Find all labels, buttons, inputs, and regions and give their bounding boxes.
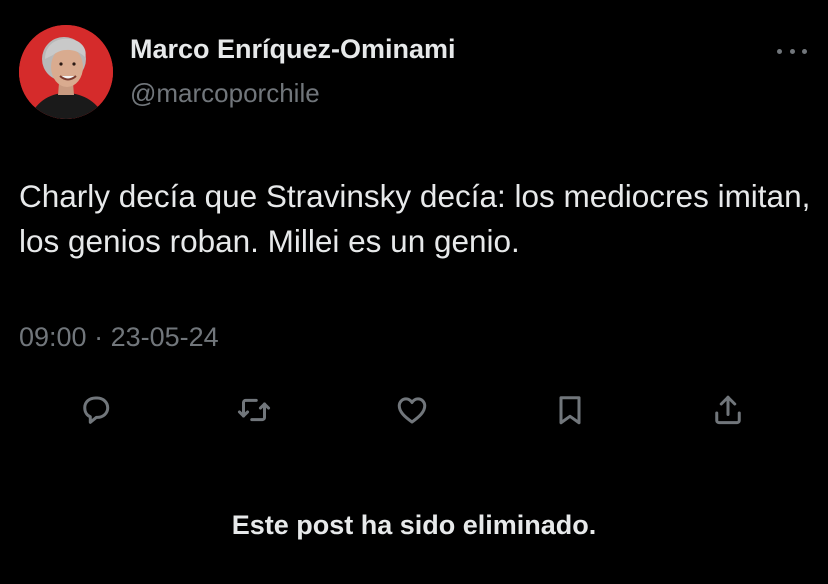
post-timestamp[interactable]: 09:00 · 23-05-24 (19, 322, 219, 353)
author-name[interactable]: Marco Enríquez-Ominami (130, 34, 456, 65)
reply-button[interactable] (76, 390, 116, 430)
more-options-icon[interactable] (777, 42, 807, 60)
share-button[interactable] (708, 390, 748, 430)
avatar[interactable] (19, 25, 113, 119)
post-text: Charly decía que Stravinsky decía: los m… (19, 178, 811, 259)
post-time: 09:00 (19, 322, 87, 352)
meta-separator: · (94, 322, 104, 352)
bookmark-button[interactable] (550, 390, 590, 430)
post-date: 23-05-24 (110, 322, 219, 352)
repost-button[interactable] (234, 390, 274, 430)
share-icon (715, 395, 741, 425)
author-handle[interactable]: @marcoporchile (130, 78, 320, 109)
more-dot (777, 48, 782, 54)
reply-icon (83, 396, 110, 424)
repost-icon (237, 398, 271, 422)
avatar-image (19, 25, 113, 119)
bookmark-icon (559, 396, 581, 425)
like-button[interactable] (392, 390, 432, 430)
more-dot (789, 48, 795, 54)
deleted-notice: Este post ha sido eliminado. (231, 510, 597, 540)
more-dot (802, 48, 807, 54)
like-icon (397, 397, 427, 424)
